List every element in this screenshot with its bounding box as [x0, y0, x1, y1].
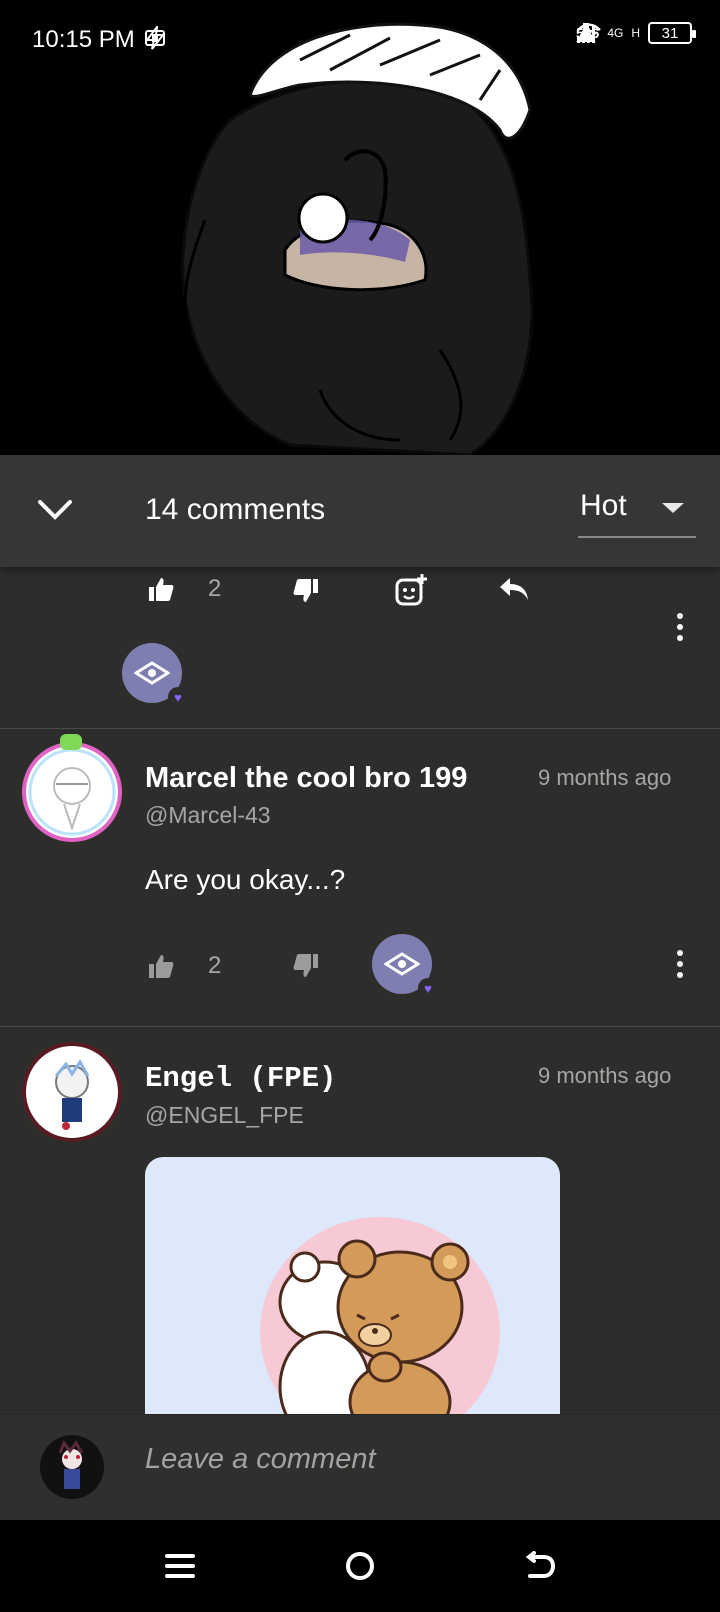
like-count: 2	[208, 575, 222, 602]
network-h-label: H	[631, 26, 640, 40]
system-nav-bar	[0, 1520, 720, 1612]
user-avatar[interactable]	[40, 1435, 104, 1499]
comments-header: 14 comments Hot	[0, 455, 720, 567]
comment-divider	[0, 728, 720, 729]
like-button[interactable]	[145, 950, 177, 982]
status-time: 10:15 PM	[32, 26, 135, 53]
frog-badge-icon	[60, 734, 82, 750]
add-sticker-button[interactable]	[393, 572, 429, 608]
heart-icon: ♥	[418, 978, 438, 998]
dropdown-arrow-icon	[662, 503, 684, 513]
nfc-icon	[145, 30, 165, 46]
comment-time: 9 months ago	[538, 765, 672, 790]
collapse-comments-button[interactable]	[30, 485, 80, 535]
thumbs-down-icon	[293, 579, 318, 602]
avatar-drawing	[54, 1059, 90, 1130]
comment-handle[interactable]: @Marcel-43	[145, 802, 271, 829]
avatar-drawing	[28, 748, 116, 836]
network-4g-label: 4G	[607, 26, 624, 40]
like-count: 2	[208, 952, 222, 979]
add-sticker-icon	[395, 574, 427, 606]
dislike-button[interactable]	[290, 950, 322, 982]
comment-time: 9 months ago	[538, 1063, 672, 1088]
comment-author[interactable]: Engel (FPE)	[145, 1062, 336, 1095]
avatar[interactable]	[22, 1042, 122, 1142]
comment-author[interactable]: Marcel the cool bro 199	[145, 762, 467, 795]
dislike-button[interactable]	[290, 575, 322, 607]
reaction-badge[interactable]: ♥	[122, 643, 188, 707]
battery-icon: 31	[648, 22, 696, 44]
thumbs-down-icon	[293, 954, 318, 977]
flask-icon	[576, 23, 596, 42]
comment-more-button[interactable]	[670, 607, 690, 647]
thumbs-up-icon	[149, 955, 174, 978]
video-player[interactable]: 10:15 PM 546 4G H 31	[0, 0, 720, 455]
reply-button[interactable]	[497, 574, 531, 604]
comment-handle[interactable]: @ENGEL_FPE	[145, 1102, 304, 1129]
comments-count: 14 comments	[145, 493, 326, 526]
sort-value: Hot	[580, 489, 627, 522]
chevron-down-icon	[38, 500, 72, 520]
thumbs-up-icon	[149, 578, 174, 601]
menu-icon	[165, 1554, 195, 1578]
comment-attached-image[interactable]	[145, 1157, 560, 1417]
back-icon	[525, 1551, 556, 1578]
bear-hug-sticker	[260, 1217, 500, 1417]
home-circle-icon	[346, 1552, 374, 1580]
back-button[interactable]	[516, 1542, 564, 1590]
reply-icon	[500, 578, 528, 600]
home-button[interactable]	[336, 1542, 384, 1590]
heart-icon: ♥	[168, 687, 188, 707]
sort-dropdown[interactable]: Hot	[578, 483, 696, 538]
avatar[interactable]	[22, 742, 122, 842]
like-button[interactable]	[145, 573, 177, 605]
comment-divider	[0, 1026, 720, 1027]
comment-text: Are you okay...?	[145, 864, 346, 895]
reaction-badge[interactable]: ♥	[372, 934, 438, 998]
status-bar: 10:15 PM 546 4G H 31	[0, 0, 720, 80]
comment-more-button[interactable]	[670, 944, 690, 984]
app-screen: 10:15 PM 546 4G H 31 14 comments Hot	[0, 0, 720, 1612]
avatar-drawing	[58, 1439, 84, 1489]
comment-compose-bar: Leave a comment	[0, 1414, 720, 1520]
eye-reaction-icon	[384, 952, 420, 976]
eye-reaction-icon	[134, 661, 170, 685]
menu-button[interactable]	[156, 1542, 204, 1590]
comment-input[interactable]: Leave a comment	[145, 1443, 376, 1476]
